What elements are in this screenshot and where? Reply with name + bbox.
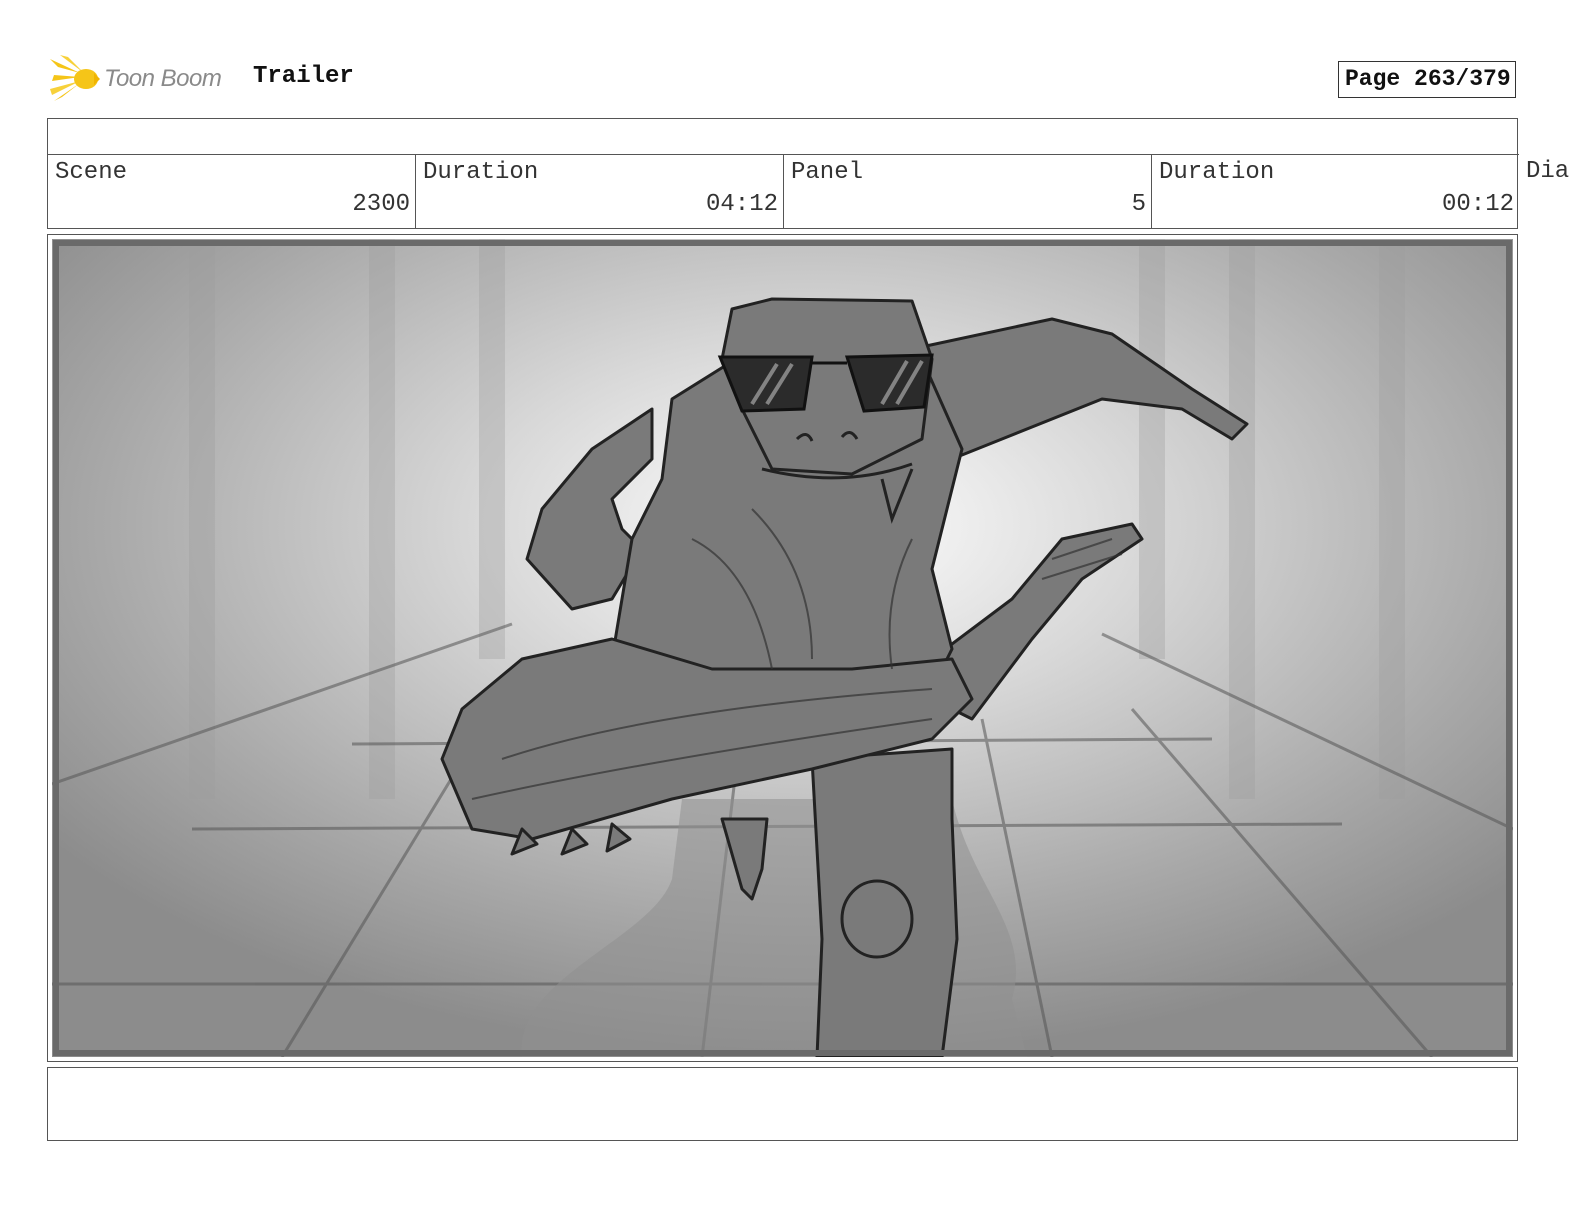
storyboard-image	[52, 239, 1513, 1057]
panel-duration-label: Duration	[1159, 159, 1275, 186]
scene-duration-value: 04:12	[705, 191, 778, 218]
storyboard-sketch-icon	[52, 239, 1513, 1057]
panel-label: Panel	[791, 159, 864, 186]
storyboard-frame	[47, 234, 1518, 1062]
scene-label: Scene	[55, 159, 128, 186]
page-number: Page 263/379	[1338, 61, 1516, 98]
header-strip	[47, 118, 1518, 155]
scene-duration-label: Duration	[423, 159, 539, 186]
starburst-logo-icon	[50, 55, 100, 101]
project-title: Trailer	[253, 63, 354, 90]
notes-box	[47, 1067, 1518, 1141]
logo-text: Toon Boom	[104, 65, 222, 92]
scene-value: 2300	[352, 191, 410, 218]
scene-duration-cell: Duration 04:12	[416, 154, 784, 228]
dialogue-label: Dia	[1526, 158, 1570, 185]
panel-info-row: Scene 2300 Duration 04:12 Panel 5 Durati…	[47, 154, 1519, 229]
panel-duration-cell: Duration 00:12	[1152, 154, 1519, 228]
panel-value: 5	[1131, 191, 1146, 218]
scene-cell: Scene 2300	[48, 154, 416, 228]
toon-boom-logo: Toon Boom	[50, 55, 240, 107]
panel-duration-value: 00:12	[1441, 191, 1514, 218]
panel-cell: Panel 5	[784, 154, 1152, 228]
